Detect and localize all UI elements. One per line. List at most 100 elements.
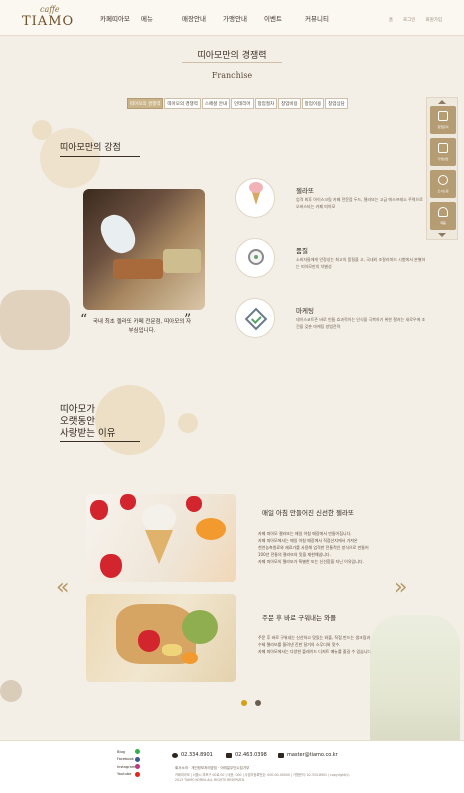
- deco-waffle-cone: [0, 290, 70, 350]
- logo-tiamo: TIAMO: [22, 14, 75, 29]
- social-label: Blog: [117, 749, 125, 754]
- site-header: caffe TIAMO 카페띠아모 메뉴 매장안내 가맹안내 이벤트 커뮤니티 …: [0, 0, 464, 36]
- title-divider: [182, 62, 282, 63]
- deco-circle: [0, 680, 22, 702]
- gelato-feature-icon: [235, 178, 275, 218]
- nav-menu[interactable]: 메뉴: [141, 13, 182, 23]
- social-blog[interactable]: Blog: [117, 748, 141, 756]
- slider-dot[interactable]: [255, 700, 261, 706]
- quick-product[interactable]: 제품: [430, 202, 456, 230]
- slider-dot-active[interactable]: [241, 700, 247, 706]
- quick-label: 창업문의: [437, 125, 449, 129]
- fax-number: 02.463.0398: [235, 752, 267, 758]
- util-home[interactable]: 홈: [389, 17, 393, 23]
- social-youtube[interactable]: Youtube: [117, 771, 141, 779]
- logo-caffe: caffe: [40, 5, 60, 14]
- deco-circle: [178, 413, 198, 433]
- util-links: 홈 로그인 회원가입: [389, 17, 442, 23]
- building-icon: [438, 143, 448, 153]
- tab-usage[interactable]: 창업이용: [301, 98, 325, 109]
- main-nav: 카페띠아모 메뉴 매장안내 가맹안내 이벤트 커뮤니티: [100, 13, 346, 23]
- matcha-scoop: [182, 610, 218, 644]
- strawberry: [138, 630, 160, 652]
- social-facebook[interactable]: Facebook: [117, 756, 141, 764]
- icecream-icon: [438, 207, 448, 217]
- tab-competitiveness[interactable]: 띠아모의 경쟁력: [127, 98, 164, 109]
- util-login[interactable]: 로그인: [403, 17, 415, 23]
- desc-line: 카페 띠아모의 젤라또가 특별한 또는 신선함을 지닌 이유입니다.: [258, 559, 364, 564]
- social-instagram[interactable]: Instagram: [117, 763, 141, 771]
- menu-title-waffle: 주문 후 바로 구워내는 와플: [262, 614, 337, 622]
- strawberry: [90, 500, 108, 520]
- tab-special[interactable]: 스페셜 안내: [201, 98, 230, 109]
- mail-icon: [278, 752, 284, 758]
- menu-desc-gelato: 카페 띠아모 젤라또는 매일 아침 매장에서 만들어집니다. 카페 띠아모에서는…: [258, 530, 408, 565]
- desc-line: 100년 전통의 젤라또의 맛을 재현해냅니다.: [258, 552, 331, 557]
- reason-title: 띠아모가 오랫동안 사랑받는 이유: [60, 404, 116, 439]
- banana-slice: [162, 644, 182, 656]
- quality-feature-icon: [235, 238, 275, 278]
- blog-icon: [135, 749, 140, 755]
- tab-interior[interactable]: 인테리어: [230, 98, 254, 109]
- feature-title-marketing: 마케팅: [296, 307, 314, 315]
- instagram-icon: [135, 764, 140, 770]
- tab-consult[interactable]: 창업상담: [325, 98, 348, 109]
- strength-quote: 국내 최초 젤라또 카페 전문점, 띠아모의 자부심입니다.: [92, 319, 192, 334]
- feature-title-gelato: 젤라또: [296, 187, 314, 195]
- quick-down-icon[interactable]: [438, 233, 446, 237]
- social-label: Facebook: [117, 757, 134, 762]
- quote-close-icon: ”: [184, 312, 192, 328]
- waffle-photo: [86, 594, 236, 682]
- tab-competitiveness-2[interactable]: 띠아모의 경쟁력: [164, 98, 201, 109]
- tab-cost[interactable]: 창업비용: [278, 98, 301, 109]
- nav-event[interactable]: 이벤트: [264, 13, 305, 23]
- quick-label: 가맹상담: [437, 157, 449, 161]
- next-arrow-icon[interactable]: »: [394, 575, 407, 600]
- youtube-icon: [135, 771, 140, 777]
- gelato-scoop: [142, 504, 176, 532]
- quick-inquiry[interactable]: 창업문의: [430, 106, 456, 134]
- marketing-feature-icon: [235, 298, 275, 338]
- social-links: Blog Facebook Instagram Youtube: [117, 748, 141, 778]
- strength-title: 띠아모만의 강점: [60, 143, 121, 153]
- check-icon: [244, 307, 268, 331]
- phone-number: 02.334.8901: [181, 752, 213, 758]
- quote-open-icon: “: [80, 312, 88, 328]
- quick-consult[interactable]: 가맹상담: [430, 138, 456, 166]
- page-title: 띠아모만의 경쟁력: [197, 51, 267, 61]
- util-join[interactable]: 회원가입: [425, 17, 442, 23]
- tab-procedure[interactable]: 창업절차: [254, 98, 278, 109]
- quick-up-icon[interactable]: [438, 100, 446, 104]
- prev-arrow-icon[interactable]: «: [56, 575, 69, 600]
- social-label: Instagram: [117, 764, 136, 769]
- scoop-icon: [249, 182, 263, 193]
- nav-stores[interactable]: 매장안내: [182, 13, 223, 23]
- quick-menu: 창업문의 가맹상담 오시는길 제품: [426, 97, 458, 240]
- feature-title-quality: 품질: [296, 247, 308, 255]
- orange-slice: [182, 652, 198, 664]
- social-label: Youtube: [117, 772, 132, 777]
- medal-icon: [248, 249, 264, 265]
- gelato-cone-photo: [86, 494, 236, 582]
- desc-line: 카페 띠아모 젤라또는 매일 아침 매장에서 만들어집니다.: [258, 531, 352, 536]
- feature-desc-quality: 소비자들에게 안정성는 최고의 품질을 고, 국내외 조절라피드 시험에서 분별…: [296, 257, 426, 269]
- quick-label: 제품: [440, 221, 446, 225]
- email-contact: master@tiamo.co.kr: [278, 752, 338, 758]
- nav-cafe[interactable]: 카페띠아모: [100, 13, 141, 23]
- reason-divider: [60, 441, 140, 442]
- gelato-tray: [113, 259, 163, 279]
- nav-franchise[interactable]: 가맹안내: [223, 13, 264, 23]
- quick-location[interactable]: 오시는길: [430, 170, 456, 198]
- email-address[interactable]: master@tiamo.co.kr: [287, 752, 338, 758]
- document-icon: [438, 111, 448, 121]
- brand-logo[interactable]: caffe TIAMO: [22, 5, 78, 31]
- phone-contact-1: 02.334.8901: [172, 752, 213, 758]
- phone-contact-2: 02.463.0398: [226, 752, 267, 758]
- nav-community[interactable]: 커뮤니티: [305, 13, 346, 23]
- feature-desc-marketing: 데이스코트즌 바로 빈틈 효과적이는 인식을 극복하기 위한 철저는 새로우에 …: [296, 317, 426, 329]
- strength-divider: [60, 156, 140, 157]
- waffle-cone: [145, 530, 173, 564]
- strawberry: [100, 554, 122, 578]
- footer-links[interactable]: 회사소개 · 개인정보처리방침 · 이메일무단수집거부: [175, 766, 249, 771]
- strawberry: [120, 494, 136, 510]
